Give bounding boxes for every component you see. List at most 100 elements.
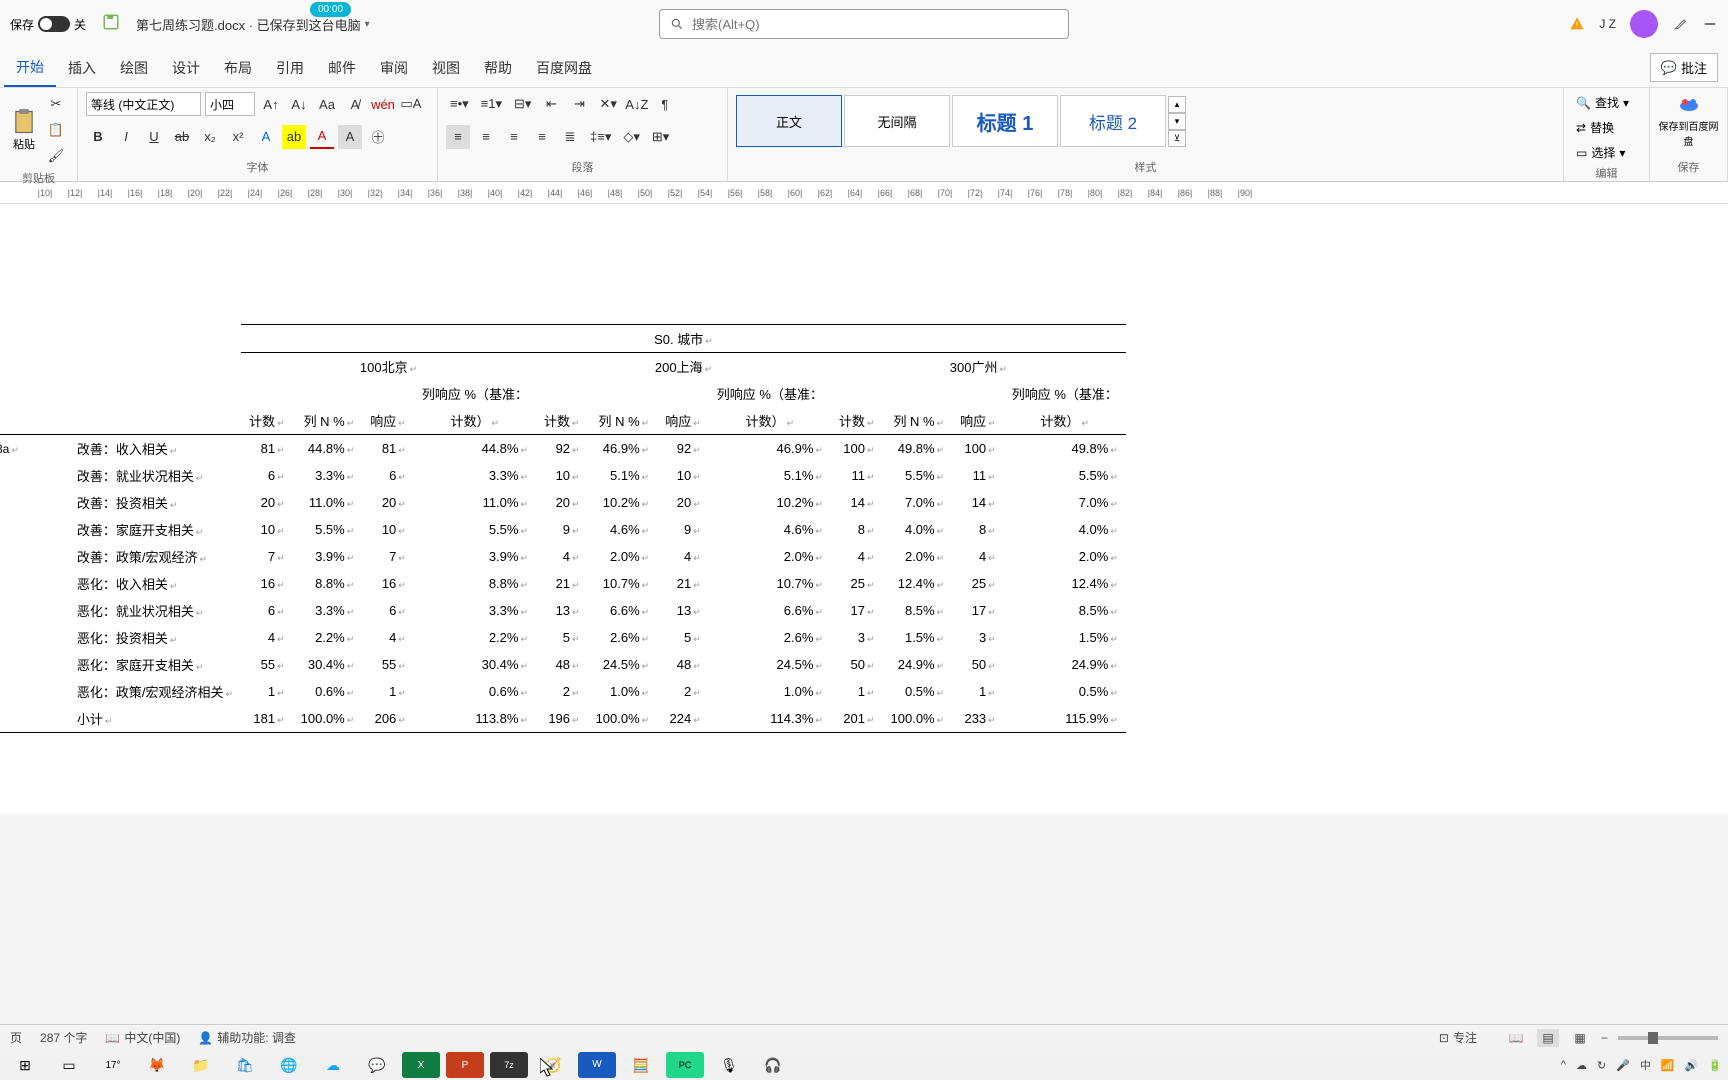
underline-button[interactable]: U	[142, 125, 166, 149]
char-shading-button[interactable]: A	[338, 125, 362, 149]
menu-insert[interactable]: 插入	[56, 50, 108, 86]
accessibility-status[interactable]: 👤辅助功能: 调查	[198, 1029, 296, 1046]
chrome-icon[interactable]: 🌐	[270, 1052, 308, 1078]
zoom-slider[interactable]	[1618, 1036, 1718, 1040]
font-size-select[interactable]	[205, 92, 255, 116]
language-status[interactable]: 📖中文(中国)	[105, 1029, 180, 1046]
cut-button[interactable]: ✂	[44, 92, 68, 116]
sync-icon[interactable]: ↻	[1597, 1059, 1606, 1072]
menu-layout[interactable]: 布局	[212, 50, 264, 86]
warning-icon[interactable]: !	[1569, 16, 1585, 32]
style-heading1[interactable]: 标题 1	[952, 95, 1058, 147]
excel-icon[interactable]: X	[402, 1052, 440, 1078]
save-button[interactable]	[98, 9, 124, 40]
style-down-button[interactable]: ▾	[1168, 113, 1186, 130]
search-input[interactable]	[692, 17, 1058, 32]
volume-icon[interactable]: 🔊	[1685, 1059, 1699, 1072]
menu-review[interactable]: 审阅	[368, 50, 420, 86]
autosave-toggle[interactable]: 保存 关	[10, 16, 86, 33]
style-heading2[interactable]: 标题 2	[1060, 95, 1166, 147]
onedrive-icon[interactable]: ☁	[1576, 1059, 1587, 1072]
asian-layout-button[interactable]: ✕▾	[595, 92, 620, 116]
task-view-button[interactable]: ▭	[50, 1052, 88, 1078]
highlight-button[interactable]: ab	[282, 125, 306, 149]
enclose-char-button[interactable]: ㊉	[366, 125, 390, 149]
doc-title-dropdown-icon[interactable]: ▾	[365, 19, 370, 30]
word-count[interactable]: 287 个字	[40, 1029, 87, 1046]
baidu-disk-icon[interactable]: ☁	[314, 1052, 352, 1078]
shading-button[interactable]: ◇▾	[619, 125, 644, 149]
wifi-icon[interactable]: 📶	[1661, 1059, 1675, 1072]
align-left-button[interactable]: ≡	[446, 125, 470, 149]
change-case-button[interactable]: Aa	[315, 92, 339, 116]
mic-tray-icon[interactable]: 🎤	[1616, 1059, 1630, 1072]
pycharm-icon[interactable]: PC	[666, 1052, 704, 1078]
baidu-save-button[interactable]: 保存到百度网盘	[1658, 92, 1719, 148]
start-button[interactable]: ⊞	[6, 1052, 44, 1078]
distributed-button[interactable]: ≣	[558, 125, 582, 149]
pen-icon[interactable]	[1672, 16, 1688, 32]
menu-mailings[interactable]: 邮件	[316, 50, 368, 86]
zoom-out-button[interactable]: −	[1601, 1031, 1608, 1045]
replace-button[interactable]: ⇄替换	[1572, 117, 1641, 138]
comment-button[interactable]: 💬批注	[1650, 53, 1718, 82]
menu-design[interactable]: 设计	[160, 50, 212, 86]
justify-button[interactable]: ≡	[530, 125, 554, 149]
find-button[interactable]: 🔍查找▾	[1572, 92, 1641, 113]
increase-indent-button[interactable]: ⇥	[567, 92, 591, 116]
app-icon[interactable]: 🎧	[754, 1052, 792, 1078]
store-icon[interactable]: 🛍	[226, 1052, 264, 1078]
char-border-button[interactable]: ▭A	[399, 92, 423, 116]
increase-font-button[interactable]: A↑	[259, 92, 283, 116]
bullets-button[interactable]: ≡•▾	[446, 92, 473, 116]
recorder-icon[interactable]: 🎙	[710, 1052, 748, 1078]
phonetic-guide-button[interactable]: wén	[371, 92, 395, 116]
calculator-icon[interactable]: 🧮	[622, 1052, 660, 1078]
superscript-button[interactable]: x²	[226, 125, 250, 149]
firefox-icon[interactable]: 🦊	[138, 1052, 176, 1078]
tray-chevron-icon[interactable]: ^	[1561, 1059, 1566, 1071]
menu-references[interactable]: 引用	[264, 50, 316, 86]
font-color-button[interactable]: A	[310, 125, 334, 149]
powerpoint-icon[interactable]: P	[446, 1052, 484, 1078]
text-effects-button[interactable]: A	[254, 125, 278, 149]
line-spacing-button[interactable]: ‡≡▾	[586, 125, 615, 149]
italic-button[interactable]: I	[114, 125, 138, 149]
wechat-icon[interactable]: 💬	[358, 1052, 396, 1078]
read-mode-button[interactable]: 📖	[1505, 1029, 1527, 1047]
battery-icon[interactable]: 🔋	[1708, 1059, 1722, 1072]
print-layout-button[interactable]: ▤	[1537, 1029, 1559, 1047]
web-layout-button[interactable]: ▦	[1569, 1029, 1591, 1047]
menu-help[interactable]: 帮助	[472, 50, 524, 86]
page-status[interactable]: 页	[10, 1029, 22, 1046]
strikethrough-button[interactable]: ab	[170, 125, 194, 149]
clear-formatting-button[interactable]: A̸	[343, 92, 367, 116]
search-box[interactable]	[659, 9, 1069, 39]
style-nospacing[interactable]: 无间隔	[844, 95, 950, 147]
align-center-button[interactable]: ≡	[474, 125, 498, 149]
multilevel-list-button[interactable]: ⊟▾	[510, 92, 535, 116]
borders-button[interactable]: ⊞▾	[648, 125, 673, 149]
decrease-indent-button[interactable]: ⇤	[539, 92, 563, 116]
menu-draw[interactable]: 绘图	[108, 50, 160, 86]
numbering-button[interactable]: ≡1▾	[477, 92, 506, 116]
subscript-button[interactable]: x₂	[198, 125, 222, 149]
menu-view[interactable]: 视图	[420, 50, 472, 86]
focus-mode-button[interactable]: ⊡专注	[1439, 1029, 1477, 1046]
ruler[interactable]: |10||12||14||16||18||20||22||24||26||28|…	[0, 182, 1728, 204]
7zip-icon[interactable]: 7z	[490, 1052, 528, 1078]
minimize-icon[interactable]	[1702, 16, 1718, 32]
weather-widget[interactable]: 17°	[94, 1052, 132, 1078]
style-up-button[interactable]: ▴	[1168, 96, 1186, 113]
avatar[interactable]	[1630, 10, 1658, 38]
font-name-select[interactable]	[86, 92, 201, 116]
ime-icon[interactable]: 中	[1640, 1057, 1651, 1073]
toggle-switch-icon[interactable]	[38, 16, 70, 32]
sort-button[interactable]: A↓Z	[625, 92, 649, 116]
select-button[interactable]: ▭选择▾	[1572, 142, 1641, 163]
copy-button[interactable]: 📋	[44, 118, 68, 142]
decrease-font-button[interactable]: A↓	[287, 92, 311, 116]
word-icon[interactable]: W	[578, 1052, 616, 1078]
format-painter-button[interactable]: 🖌	[44, 144, 68, 168]
explorer-icon[interactable]: 📁	[182, 1052, 220, 1078]
